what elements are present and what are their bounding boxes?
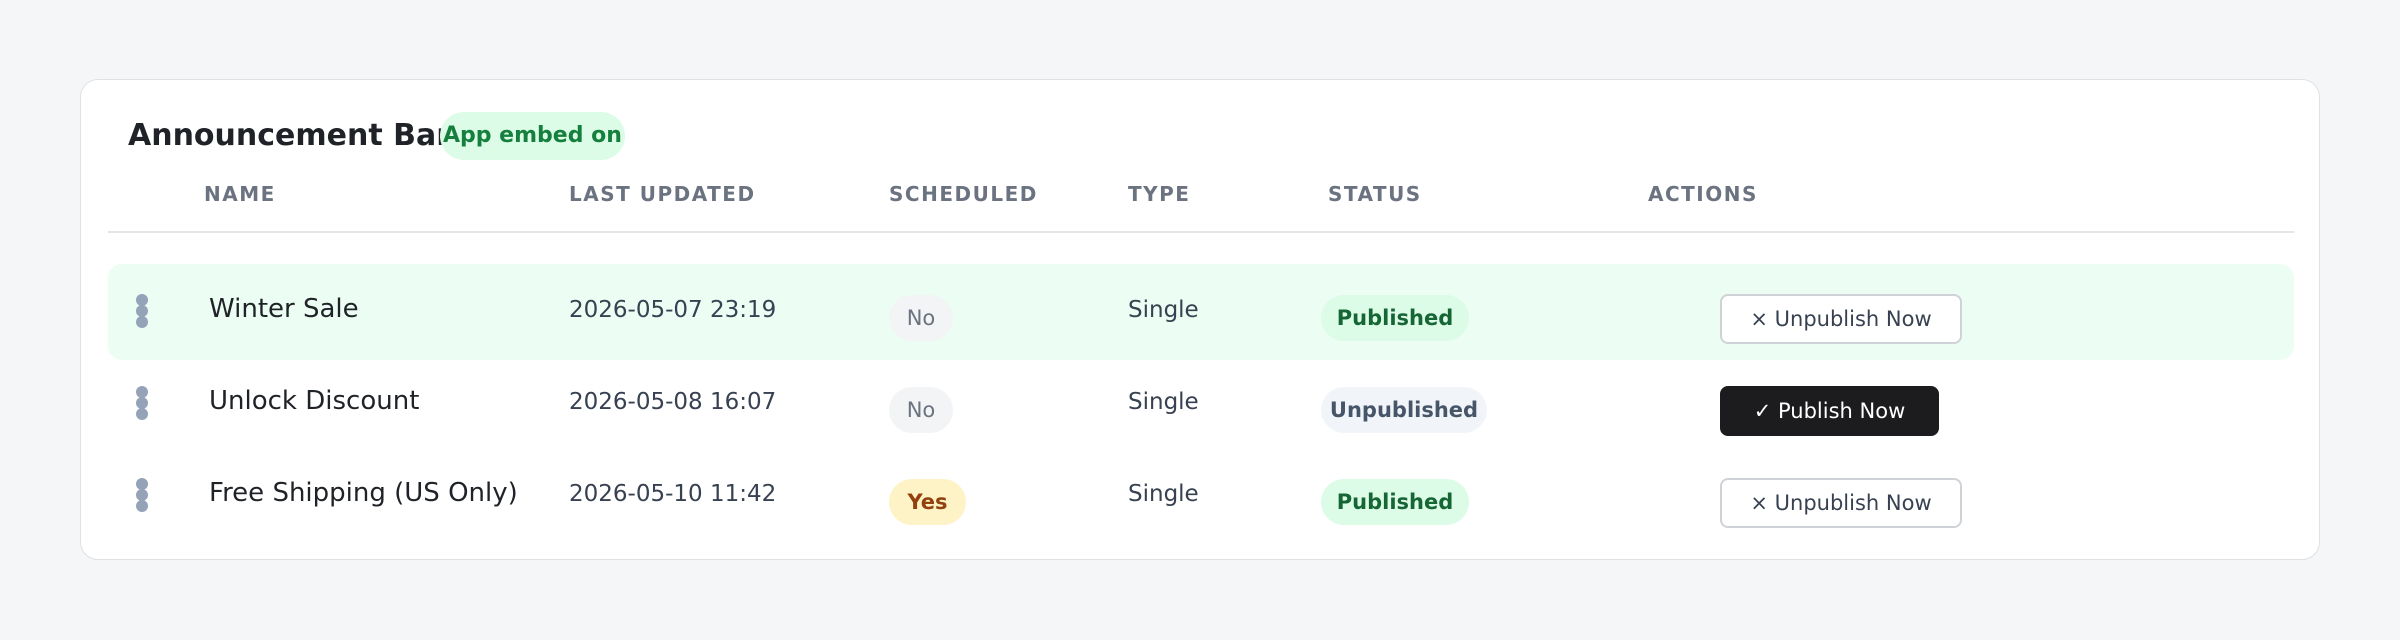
column-header-scheduled[interactable]: SCHEDULED bbox=[889, 182, 1038, 206]
status-badge: Published bbox=[1321, 295, 1469, 341]
row-last-updated: 2026-05-08 16:07 bbox=[569, 389, 777, 415]
row-last-updated: 2026-05-10 11:42 bbox=[569, 481, 777, 507]
scheduled-badge: No bbox=[889, 295, 953, 341]
announcement-card: Announcement Bar App embed on NAME LAST … bbox=[80, 79, 2320, 560]
row-name: Free Shipping (US Only) bbox=[209, 478, 518, 508]
page-title: Announcement Bar bbox=[128, 118, 452, 153]
header-divider bbox=[108, 231, 2294, 233]
row-type: Single bbox=[1128, 297, 1199, 323]
drag-handle-icon[interactable] bbox=[136, 386, 148, 420]
status-badge: Unpublished bbox=[1321, 387, 1487, 433]
row-last-updated: 2026-05-07 23:19 bbox=[569, 297, 777, 323]
unpublish-now-button[interactable]: × Unpublish Now bbox=[1720, 478, 1962, 528]
app-embed-status-badge: App embed on bbox=[440, 112, 625, 160]
column-header-last-updated[interactable]: LAST UPDATED bbox=[569, 182, 756, 206]
column-header-name[interactable]: NAME bbox=[204, 182, 276, 206]
row-type: Single bbox=[1128, 389, 1199, 415]
column-header-type[interactable]: TYPE bbox=[1128, 182, 1190, 206]
column-header-actions: ACTIONS bbox=[1648, 182, 1758, 206]
publish-now-button[interactable]: ✓ Publish Now bbox=[1720, 386, 1939, 436]
row-name: Unlock Discount bbox=[209, 386, 420, 416]
unpublish-now-button[interactable]: × Unpublish Now bbox=[1720, 294, 1962, 344]
scheduled-badge: Yes bbox=[889, 479, 966, 525]
status-badge: Published bbox=[1321, 479, 1469, 525]
table-row[interactable]: Winter Sale 2026-05-07 23:19 No Single P… bbox=[108, 264, 2294, 360]
row-type: Single bbox=[1128, 481, 1199, 507]
scheduled-badge: No bbox=[889, 387, 953, 433]
table-row[interactable]: Unlock Discount 2026-05-08 16:07 No Sing… bbox=[108, 356, 2294, 452]
drag-handle-icon[interactable] bbox=[136, 294, 148, 328]
drag-handle-icon[interactable] bbox=[136, 478, 148, 512]
column-header-status: STATUS bbox=[1328, 182, 1422, 206]
row-name: Winter Sale bbox=[209, 294, 359, 324]
table-row[interactable]: Free Shipping (US Only) 2026-05-10 11:42… bbox=[108, 448, 2294, 544]
